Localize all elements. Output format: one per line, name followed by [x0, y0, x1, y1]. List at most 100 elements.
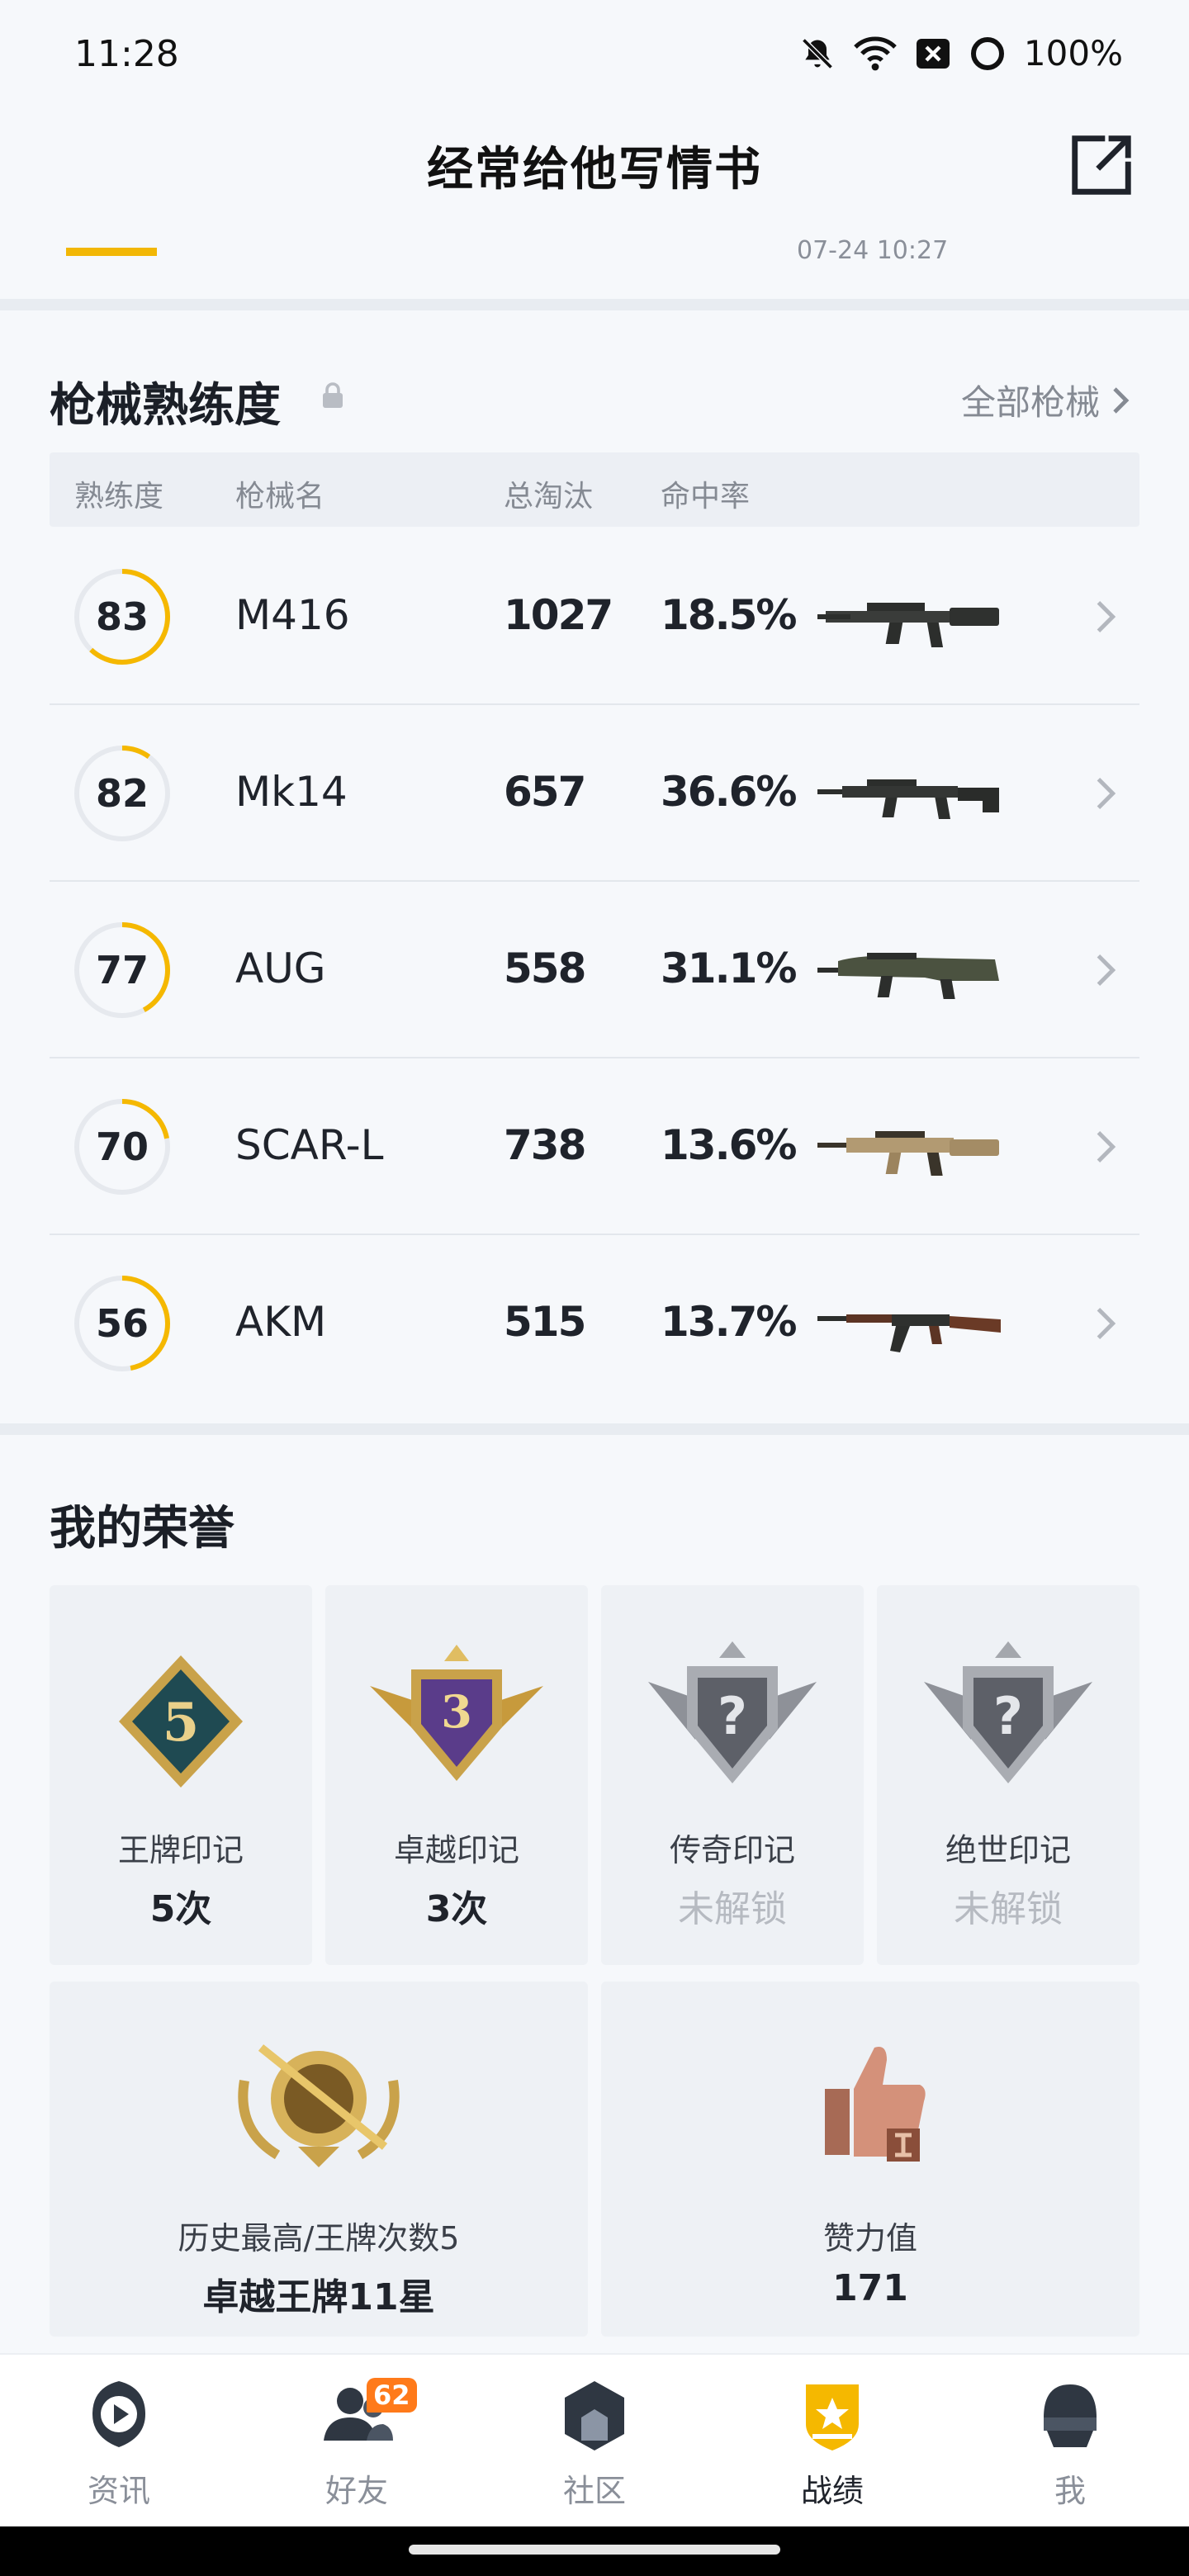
honors-section: 我的荣誉 5 王牌印记 5次 3 卓越印记 3次 ? 传奇印记 未解锁 ? 绝世…	[0, 1435, 1189, 2353]
nav-label: 资讯	[87, 2473, 150, 2509]
nav-item-friends[interactable]: 62 好友	[274, 2375, 439, 2515]
nav-item-record[interactable]: 战绩	[750, 2375, 915, 2515]
status-bar: 11:28 100%	[0, 0, 1189, 107]
mastery-level: 56	[95, 1301, 149, 1346]
legend-badge-mark: ?	[718, 1686, 747, 1746]
weapon-row[interactable]: 56 AKM 515 13.7%	[50, 1235, 1139, 1412]
weapon-hit-rate: 18.5%	[661, 591, 797, 639]
akm-rifle-icon	[817, 1314, 1001, 1352]
legend-badge-locked-icon: ?	[648, 1641, 817, 1783]
section-title-weapons: 枪械熟练度	[50, 379, 281, 433]
match-timestamp: 07-24 10:27	[797, 236, 949, 265]
peerless-badge-mark: ?	[993, 1686, 1023, 1746]
honor-value: 未解锁	[678, 1888, 787, 1930]
nav-label: 我	[1054, 2473, 1086, 2509]
news-icon	[92, 2381, 145, 2447]
mastery-level: 82	[95, 771, 149, 816]
column-header: 命中率	[661, 480, 751, 514]
bottom-navigation: 资讯 62 好友 社区 战绩 我	[0, 2353, 1189, 2526]
nav-label: 好友	[324, 2473, 388, 2509]
chevron-right-icon	[1097, 1130, 1116, 1163]
weapon-name: SCAR-L	[235, 1121, 384, 1169]
nav-label: 战绩	[800, 2473, 864, 2509]
honor-card-peerless[interactable]: ? 绝世印记 未解锁	[877, 1585, 1139, 1965]
system-gesture-area	[0, 2526, 1189, 2576]
previous-card-remnant: 07-24 10:27	[0, 223, 1189, 299]
sim-x-icon	[916, 38, 950, 69]
app-header: 经常给他写情书	[0, 107, 1189, 223]
community-icon	[565, 2381, 624, 2451]
scar-l-rifle-icon	[817, 1131, 999, 1176]
weapon-kills: 657	[504, 768, 586, 816]
chevron-right-icon	[1097, 600, 1116, 633]
mastery-level: 77	[95, 948, 149, 992]
status-icons: 100%	[799, 33, 1123, 73]
weapon-name: Mk14	[235, 768, 348, 816]
home-gesture-bar[interactable]	[409, 2545, 780, 2555]
mk14-rifle-icon	[817, 779, 999, 819]
chevron-right-icon	[1097, 777, 1116, 810]
record-icon	[806, 2384, 859, 2451]
honor-label: 王牌印记	[117, 1832, 244, 1868]
battery-ring-icon	[970, 36, 1004, 70]
section-divider	[0, 1423, 1189, 1435]
honor-label: 传奇印记	[669, 1832, 795, 1868]
honor-card-legend[interactable]: ? 传奇印记 未解锁	[601, 1585, 864, 1965]
honor-label: 绝世印记	[945, 1832, 1071, 1868]
honor-value: 未解锁	[954, 1888, 1063, 1930]
honor-value: 3次	[425, 1888, 488, 1930]
nav-item-profile[interactable]: 我	[988, 2375, 1153, 2515]
weapon-row[interactable]: 83 M416 1027 18.5%	[50, 528, 1139, 705]
honor-card-likes[interactable]: 赞力值 171	[601, 1982, 1139, 2337]
honor-label: 历史最高/王牌次数5	[178, 2220, 460, 2256]
section-divider	[0, 299, 1189, 310]
weapon-name: AUG	[235, 945, 326, 992]
ace-badge-icon: 5	[119, 1655, 243, 1788]
weapon-hit-rate: 13.6%	[661, 1121, 797, 1169]
nav-item-news[interactable]: 资讯	[36, 2375, 201, 2515]
mastery-level: 83	[95, 594, 149, 639]
honor-label: 卓越印记	[393, 1832, 519, 1868]
column-header: 熟练度	[74, 480, 164, 514]
wifi-icon	[854, 36, 897, 70]
weapon-kills: 1027	[504, 591, 613, 639]
chevron-right-icon	[1113, 386, 1130, 414]
weapon-name: AKM	[235, 1298, 327, 1346]
honor-value: 5次	[149, 1888, 212, 1930]
weapon-hit-rate: 13.7%	[661, 1298, 797, 1346]
honor-card-ace[interactable]: 5 王牌印记 5次	[50, 1585, 312, 1965]
peerless-badge-locked-icon: ?	[924, 1641, 1092, 1783]
lock-icon	[323, 382, 343, 408]
all-weapons-link[interactable]: 全部枪械	[961, 375, 1131, 425]
weapon-row[interactable]: 70 SCAR-L 738 13.6%	[50, 1058, 1139, 1235]
ace-badge-number: 5	[163, 1692, 200, 1754]
honor-card-highest-rank[interactable]: 历史最高/王牌次数5 卓越王牌11星	[50, 1982, 588, 2337]
honor-value: 171	[832, 2267, 908, 2309]
weapon-kills: 515	[504, 1298, 586, 1346]
page-title: 经常给他写情书	[427, 143, 762, 197]
weapon-kills: 558	[504, 945, 586, 992]
weapon-hit-rate: 31.1%	[661, 945, 797, 992]
elite-badge-icon: 3	[370, 1645, 543, 1781]
honor-card-elite[interactable]: 3 卓越印记 3次	[325, 1585, 588, 1965]
weapon-hit-rate: 36.6%	[661, 768, 797, 816]
chevron-right-icon	[1097, 1307, 1116, 1340]
weapon-kills: 738	[504, 1121, 586, 1169]
thumbs-up-icon	[825, 2047, 926, 2162]
nav-item-community[interactable]: 社区	[512, 2375, 677, 2515]
m416-rifle-icon	[817, 603, 999, 647]
friends-count-badge: 62	[367, 2378, 417, 2413]
honor-value: 卓越王牌11星	[202, 2276, 435, 2318]
weapon-row[interactable]: 82 Mk14 657 36.6%	[50, 705, 1139, 882]
weapon-row[interactable]: 77 AUG 558 31.1%	[50, 882, 1139, 1058]
share-icon	[1072, 135, 1131, 195]
aug-rifle-icon	[817, 953, 999, 999]
honor-label: 赞力值	[822, 2220, 917, 2256]
weapon-mastery-section: 枪械熟练度 全部枪械 熟练度 枪械名 总淘汰 命中率 83 M416 1027 …	[0, 310, 1189, 1423]
rank-underline	[66, 248, 157, 256]
share-button[interactable]	[1062, 125, 1141, 205]
battery-level: 100%	[1023, 33, 1123, 73]
elite-badge-number: 3	[441, 1685, 472, 1738]
highest-rank-badge-icon	[238, 2044, 400, 2167]
all-weapons-label: 全部枪械	[960, 382, 1100, 423]
